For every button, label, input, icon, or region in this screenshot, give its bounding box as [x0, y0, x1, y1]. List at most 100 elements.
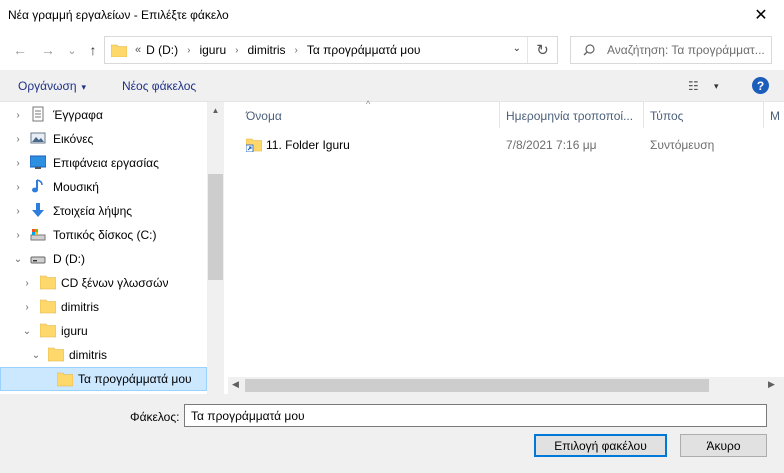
- folder-icon: [47, 346, 66, 362]
- column-name[interactable]: Όνομα: [246, 109, 282, 123]
- chevron-down-icon: ▾: [81, 82, 87, 92]
- music-icon: [30, 178, 48, 194]
- scrollbar-thumb[interactable]: [208, 174, 223, 280]
- tree-item[interactable]: Τα προγράμματά μου: [0, 367, 207, 391]
- tree-item[interactable]: › Έγγραφα: [0, 103, 207, 127]
- search-box[interactable]: [570, 36, 772, 64]
- file-date: 7/8/2021 7:16 μμ: [506, 138, 597, 152]
- breadcrumb-item[interactable]: Τα προγράμματά μου: [307, 43, 421, 57]
- folder-icon: [111, 44, 127, 57]
- chevron-right-icon[interactable]: ›: [12, 134, 24, 145]
- dialog-footer: Φάκελος: Επιλογή φακέλου Άκυρο: [0, 394, 784, 473]
- search-icon: [583, 44, 595, 56]
- scroll-right-icon[interactable]: ▶: [768, 379, 775, 390]
- cancel-button[interactable]: Άκυρο: [680, 434, 767, 457]
- tree-item[interactable]: › Τοπικός δίσκος (C:): [0, 223, 207, 247]
- new-folder-button[interactable]: Νέος φάκελος: [122, 79, 196, 93]
- tree-item-label: Έγγραφα: [53, 108, 103, 122]
- local-disk-icon: [30, 226, 48, 242]
- downloads-icon: [30, 202, 48, 218]
- address-bar[interactable]: « D (D:) › iguru › dimitris › Τα προγράμ…: [104, 36, 558, 64]
- desktop-icon: [29, 154, 48, 170]
- tree-item-label: Στοιχεία λήψης: [53, 204, 133, 218]
- search-input[interactable]: [607, 43, 767, 57]
- chevron-right-icon[interactable]: ›: [12, 158, 24, 169]
- tree-item-label: Μουσική: [53, 180, 99, 194]
- chevron-right-icon[interactable]: ›: [12, 182, 24, 193]
- scrollbar-thumb[interactable]: [245, 379, 709, 392]
- column-divider[interactable]: [499, 102, 500, 128]
- chevron-down-icon[interactable]: ⌄: [30, 350, 42, 361]
- chevron-right-icon[interactable]: ›: [12, 110, 24, 121]
- chevron-right-icon[interactable]: ›: [21, 302, 33, 313]
- tree-item[interactable]: ⌄ dimitris: [0, 343, 207, 367]
- folder-label: Φάκελος:: [130, 410, 180, 424]
- tree-item[interactable]: › Επιφάνεια εργασίας: [0, 151, 207, 175]
- refresh-icon[interactable]: ↻: [527, 37, 557, 63]
- folder-icon: [56, 371, 75, 387]
- column-header: ^ Όνομα Ημερομηνία τροποποί... Τύπος Μ: [228, 99, 784, 128]
- breadcrumb-item[interactable]: dimitris: [248, 43, 286, 57]
- file-list[interactable]: ^ Όνομα Ημερομηνία τροποποί... Τύπος Μ 1…: [228, 99, 784, 394]
- tree-item-label: D (D:): [53, 252, 85, 266]
- tree-item[interactable]: › Εικόνες: [0, 127, 207, 151]
- column-divider[interactable]: [643, 102, 644, 128]
- breadcrumb-overflow-icon[interactable]: «: [135, 44, 141, 56]
- close-icon[interactable]: ✕: [738, 0, 784, 30]
- chevron-right-icon[interactable]: ›: [12, 206, 24, 217]
- column-date-modified[interactable]: Ημερομηνία τροποποί...: [506, 109, 633, 123]
- tree-item[interactable]: › CD ξένων γλωσσών: [0, 271, 207, 295]
- tree-item[interactable]: ⌄ D (D:): [0, 247, 207, 271]
- folder-shortcut-icon: [246, 138, 262, 152]
- chevron-right-icon[interactable]: ›: [21, 278, 33, 289]
- chevron-down-icon[interactable]: ⌄: [21, 326, 33, 337]
- vertical-scrollbar[interactable]: ▲: [207, 102, 224, 394]
- folder-name-input[interactable]: [184, 404, 767, 427]
- forward-arrow-icon[interactable]: →: [38, 40, 58, 60]
- breadcrumb-item[interactable]: iguru: [199, 43, 226, 57]
- column-divider[interactable]: [763, 102, 764, 128]
- tree-item-label: CD ξένων γλωσσών: [61, 276, 169, 290]
- tree-item[interactable]: › dimitris: [0, 295, 207, 319]
- tree-item-label: iguru: [61, 324, 88, 338]
- view-options-icon[interactable]: ☷: [688, 79, 699, 93]
- tree-item-label: Επιφάνεια εργασίας: [53, 156, 159, 170]
- documents-icon: [30, 106, 48, 122]
- column-type[interactable]: Τύπος: [650, 109, 683, 123]
- scroll-up-icon[interactable]: ▲: [207, 106, 224, 115]
- tree-item[interactable]: ⌄ iguru: [0, 319, 207, 343]
- back-arrow-icon[interactable]: ←: [10, 40, 30, 60]
- tree-item-label: dimitris: [61, 300, 99, 314]
- scroll-left-icon[interactable]: ◀: [232, 379, 239, 390]
- breadcrumb-item[interactable]: D (D:): [146, 43, 178, 57]
- organize-button[interactable]: Οργάνωση ▾: [18, 79, 86, 93]
- tree-item-label: Εικόνες: [53, 132, 94, 146]
- navigation-pane[interactable]: › Έγγραφα › Εικόνες › Επιφάνεια εργασίας › Μουσ…: [0, 102, 224, 394]
- sort-ascending-icon: ^: [366, 99, 371, 109]
- column-size[interactable]: Μ: [770, 109, 780, 123]
- up-arrow-icon[interactable]: ↑: [83, 40, 103, 60]
- chevron-down-icon[interactable]: ⌄: [513, 43, 521, 54]
- chevron-right-icon[interactable]: ›: [235, 45, 238, 56]
- chevron-right-icon[interactable]: ›: [187, 45, 190, 56]
- chevron-down-icon[interactable]: ⌄: [12, 254, 24, 265]
- chevron-right-icon[interactable]: ›: [295, 45, 298, 56]
- folder-icon: [39, 322, 58, 338]
- folder-icon: [39, 298, 58, 314]
- tree-item-label: dimitris: [69, 348, 107, 362]
- title-bar: Νέα γραμμή εργαλείων - Επιλέξτε φάκελο ✕: [0, 0, 784, 30]
- organize-label: Οργάνωση: [18, 79, 77, 93]
- tree-item[interactable]: › Μουσική: [0, 175, 207, 199]
- file-row[interactable]: 11. Folder Iguru 7/8/2021 7:16 μμ Συντόμ…: [242, 134, 782, 156]
- select-folder-button[interactable]: Επιλογή φακέλου: [534, 434, 667, 457]
- breadcrumb: « D (D:) › iguru › dimitris › Τα προγράμ…: [135, 43, 420, 57]
- recent-locations-icon[interactable]: ⌄: [62, 40, 82, 60]
- chevron-right-icon[interactable]: ›: [12, 230, 24, 241]
- help-icon[interactable]: ?: [752, 77, 769, 94]
- tree-item-label: Τα προγράμματά μου: [78, 372, 192, 386]
- horizontal-scrollbar[interactable]: ◀ ▶: [228, 377, 784, 394]
- pictures-icon: [30, 130, 48, 146]
- file-name: 11. Folder Iguru: [266, 138, 350, 152]
- tree-item[interactable]: › Στοιχεία λήψης: [0, 199, 207, 223]
- chevron-down-icon[interactable]: ▾: [714, 81, 719, 92]
